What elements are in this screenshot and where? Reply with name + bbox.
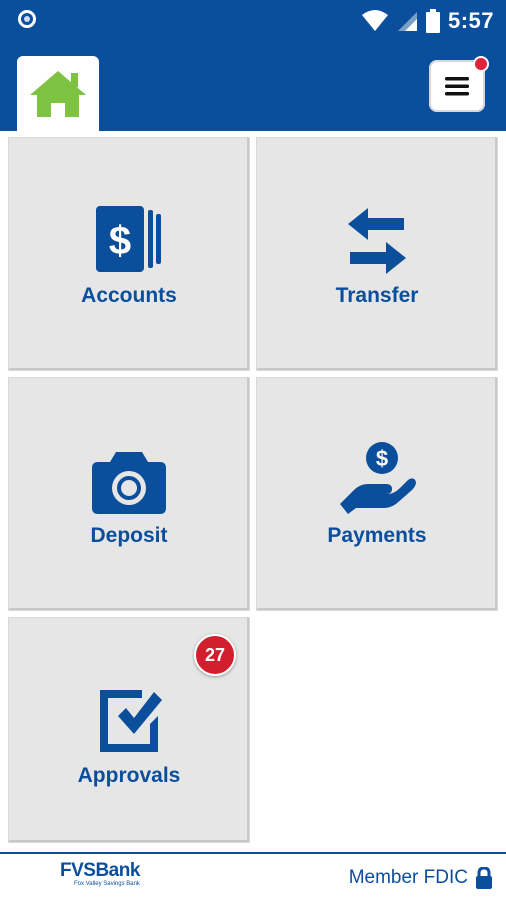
home-tab[interactable] [17,56,99,131]
checkbox-icon [100,690,162,752]
status-icons: 5:57 [361,0,506,42]
signal-icon [397,12,417,31]
brand-name: FVSBank [60,860,140,881]
accounts-label: Accounts [81,284,177,307]
home-icon [30,70,86,117]
accounts-icon: $ [96,206,161,272]
hamburger-menu-icon [445,77,469,96]
approvals-badge: 27 [194,634,236,676]
camera-icon [92,452,166,514]
status-bar: 5:57 [0,0,506,42]
lock-icon [476,867,492,889]
svg-text:$: $ [376,446,388,471]
member-fdic: Member FDIC [349,867,492,889]
svg-text:$: $ [109,219,131,263]
approvals-label: Approvals [77,764,181,787]
deposit-tile[interactable]: Deposit [9,378,249,610]
payments-label: Payments [327,524,427,547]
approvals-tile[interactable]: Approvals 27 [9,618,249,842]
menu-button[interactable] [429,56,489,112]
bank-logo: FVSBank Fox Valley Savings Bank [60,860,140,888]
footer: FVSBank Fox Valley Savings Bank Member F… [0,852,506,902]
notification-circle-icon [18,10,36,28]
transfer-arrows-icon [348,208,406,274]
battery-icon [425,9,440,33]
app-header [0,42,506,131]
member-fdic-text: Member FDIC [348,867,468,888]
transfer-tile[interactable]: Transfer [257,138,497,370]
brand-subtitle: Fox Valley Savings Bank [74,881,140,887]
hand-coin-icon: $ [340,442,416,514]
clock: 5:57 [447,8,494,33]
deposit-label: Deposit [90,524,168,547]
accounts-tile[interactable]: $ Accounts [9,138,249,370]
payments-tile[interactable]: $ Payments [257,378,497,610]
notification-dot [473,56,489,72]
wifi-icon [361,10,388,31]
transfer-label: Transfer [335,284,419,307]
